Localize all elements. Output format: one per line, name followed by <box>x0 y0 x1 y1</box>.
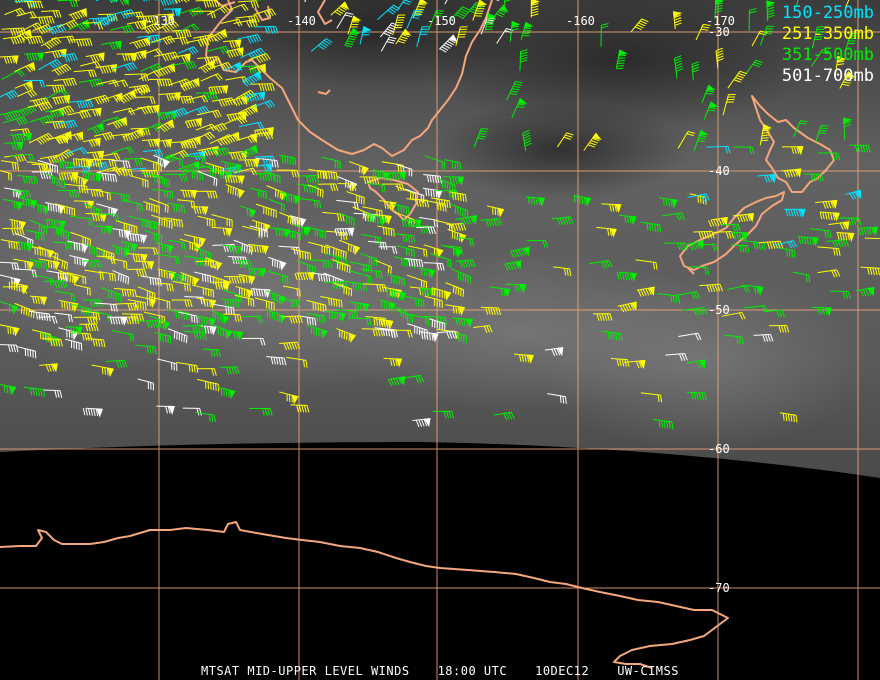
lat-label: -50 <box>708 303 730 317</box>
legend-item-351-500: 351-500mb <box>781 45 874 65</box>
lon-label: -140 <box>287 14 316 28</box>
lon-label: -150 <box>427 14 456 28</box>
caption-credit: UW-CIMSS <box>617 664 679 678</box>
legend-item-150-250: 150-250mb <box>781 3 874 23</box>
lat-label: -70 <box>708 581 730 595</box>
legend-item-251-350: 251-350mb <box>781 24 874 44</box>
lat-label: -30 <box>708 25 730 39</box>
antarctica-coastline <box>0 521 729 669</box>
legend-item-501-700: 501-700mb <box>781 66 874 86</box>
lon-label: -130 <box>146 14 175 28</box>
lat-label: -60 <box>708 442 730 456</box>
lon-label: -160 <box>566 14 595 28</box>
map-canvas <box>0 0 880 680</box>
satellite-wind-map: -130 -140 -150 -160 -170 -30 -40 -50 -60… <box>0 0 880 680</box>
caption-product: MTSAT MID-UPPER LEVEL WINDS <box>201 664 410 678</box>
caption-time: 18:00 UTC <box>437 664 508 678</box>
caption-date: 10DEC12 <box>535 664 590 678</box>
pressure-legend: 150-250mb 251-350mb 351-500mb 501-700mb <box>782 3 874 87</box>
lat-label: -40 <box>708 164 730 178</box>
image-caption: MTSAT MID-UPPER LEVEL WINDS 18:00 UTC 10DE… <box>0 664 880 678</box>
